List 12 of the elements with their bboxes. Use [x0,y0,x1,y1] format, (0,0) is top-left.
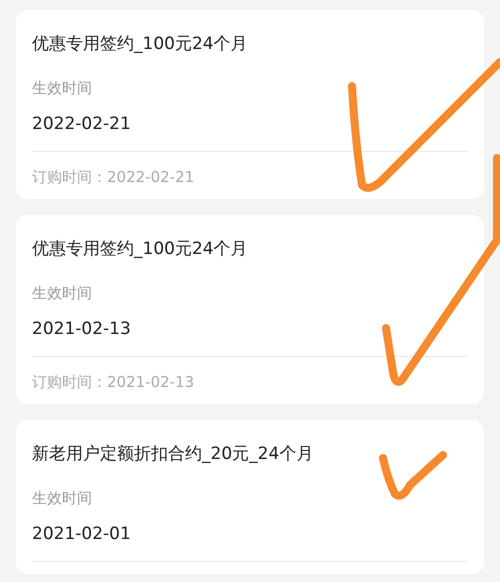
effective-date: 2021-02-13 [32,318,132,341]
plan-title: 优惠专用签约_100元24个月 [32,238,249,261]
plan-title: 新老用户定额折扣合约_20元_24个月 [32,443,314,466]
order-time: 订购时间：2022-02-21 [32,167,196,187]
field-label: 生效时间 [32,488,93,508]
effective-date: 2022-02-21 [32,113,132,136]
plan-title: 优惠专用签约_100元24个月 [32,33,249,56]
field-label: 生效时间 [32,78,93,98]
check-mark [379,451,447,500]
order-time: 订购时间：2021-02-13 [32,372,196,392]
effective-date: 2021-02-01 [32,523,132,546]
field-label: 生效时间 [32,283,93,303]
